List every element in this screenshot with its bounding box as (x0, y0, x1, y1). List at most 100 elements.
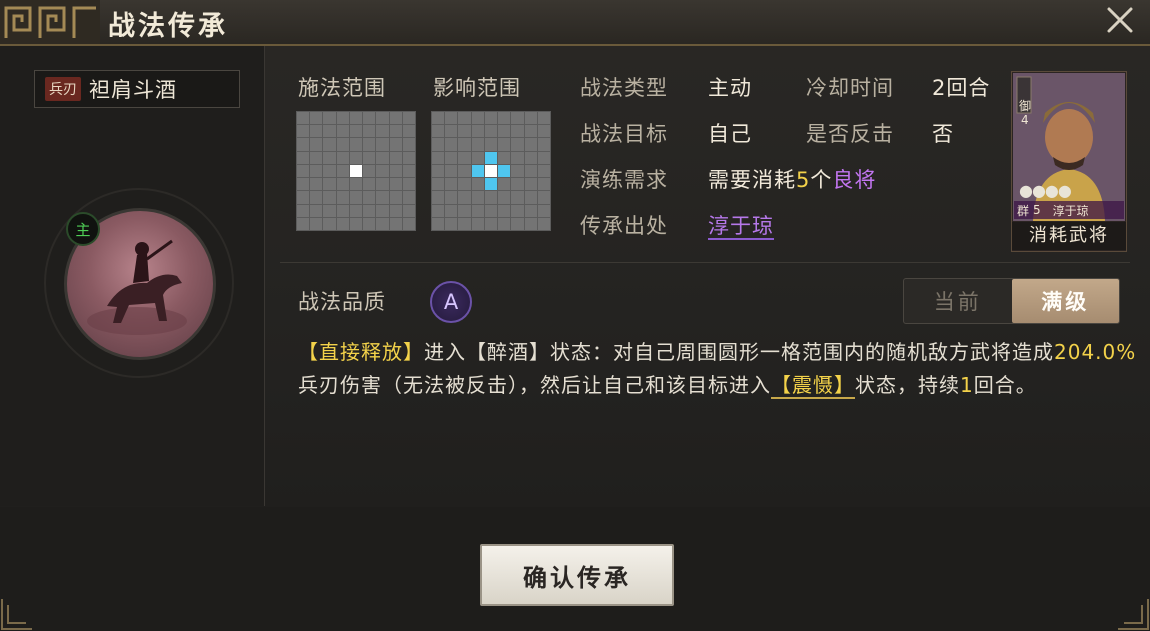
source-row: 淳于琼 (708, 210, 774, 240)
grid-cell (310, 217, 323, 230)
counter-value: 否 (932, 122, 954, 146)
grid-cell (484, 204, 498, 217)
skill-type-label: 战法类型 (580, 76, 668, 100)
drill-label: 演练需求 (580, 168, 668, 192)
grid-cell (498, 204, 511, 217)
grid-cell (363, 191, 376, 204)
grid-cell (297, 204, 310, 217)
drill-mid: 个 (810, 168, 833, 192)
grid-cell (445, 164, 458, 178)
toggle-current[interactable]: 当前 (904, 279, 1012, 323)
grid-cell (323, 191, 336, 204)
general-card[interactable]: 御 4 ●●●● 群 5 淳于琼 消耗武将 (1011, 71, 1127, 252)
grid-cell (511, 217, 524, 230)
grid-cell (524, 191, 537, 204)
grid-cell (297, 217, 310, 230)
section-divider (280, 262, 1130, 263)
grid-cell (376, 191, 389, 204)
source-label: 传承出处 (580, 214, 668, 238)
grid-cell (471, 164, 484, 178)
grid-cell (458, 151, 471, 164)
close-icon[interactable] (1104, 4, 1136, 36)
main-general-badge: 主 (66, 212, 100, 246)
card-cost: 4 (1021, 113, 1029, 127)
grid-cell (445, 151, 458, 164)
desc-damage-rate: 204.0% (1054, 340, 1137, 364)
grid-cell (484, 138, 498, 151)
grid-cell (402, 151, 415, 164)
grid-cell (537, 151, 550, 164)
level-toggle[interactable]: 当前 满级 (903, 278, 1120, 324)
grid-cell (310, 125, 323, 138)
grid-cell (336, 112, 349, 125)
grid-cell (402, 164, 415, 178)
toggle-max-level[interactable]: 满级 (1011, 279, 1119, 323)
grid-cell (432, 217, 445, 230)
card-general-name: 淳于琼 (1052, 203, 1089, 218)
grid-cell (445, 191, 458, 204)
grid-cell (349, 151, 363, 164)
grid-cell (498, 112, 511, 125)
grid-cell (432, 151, 445, 164)
quality-grade-badge: A (430, 281, 472, 323)
drill-value: 需要消耗5个良将 (708, 164, 876, 194)
grid-cell (336, 191, 349, 204)
grid-cell (323, 217, 336, 230)
grid-cell (445, 138, 458, 151)
grid-cell (363, 125, 376, 138)
grid-cell (498, 164, 511, 178)
grid-cell (524, 178, 537, 191)
grid-cell (458, 112, 471, 125)
grid-cell (402, 217, 415, 230)
grid-cell (402, 204, 415, 217)
grid-cell (484, 112, 498, 125)
desc-status-link[interactable]: 【震慑】 (771, 373, 855, 399)
grid-cell (537, 217, 550, 230)
grid-cell (349, 125, 363, 138)
grid-cell (389, 112, 402, 125)
grid-cell (310, 191, 323, 204)
grid-cell (310, 204, 323, 217)
grid-cell (432, 125, 445, 138)
corner-ornament-icon (1118, 599, 1149, 630)
source-general-link[interactable]: 淳于琼 (708, 214, 774, 240)
quality-label: 战法品质 (298, 290, 386, 314)
grid-cell (432, 178, 445, 191)
grid-cell (432, 112, 445, 125)
grid-cell (432, 191, 445, 204)
skill-type-tag: 兵刃 (45, 77, 81, 101)
grid-cell (310, 112, 323, 125)
grid-cell (297, 191, 310, 204)
grid-cell (310, 151, 323, 164)
grid-cell (363, 112, 376, 125)
grid-cell (484, 125, 498, 138)
grid-cell (389, 178, 402, 191)
grid-cell (471, 112, 484, 125)
grid-cell (484, 164, 498, 178)
grid-cell (323, 178, 336, 191)
grid-cell (323, 112, 336, 125)
grid-cell (537, 138, 550, 151)
grid-cell (484, 217, 498, 230)
grid-cell (389, 125, 402, 138)
grid-cell (349, 178, 363, 191)
confirm-inherit-button[interactable]: 确认传承 (480, 544, 674, 606)
grid-cell (376, 164, 389, 178)
desc-duration: 1 (960, 373, 974, 397)
grid-cell (511, 112, 524, 125)
effect-range-label: 影响范围 (433, 76, 521, 100)
grid-cell (310, 178, 323, 191)
grid-cell (389, 217, 402, 230)
grid-cell (389, 191, 402, 204)
grid-cell (336, 217, 349, 230)
grid-cell (363, 138, 376, 151)
desc-text-4: 回合。 (973, 373, 1037, 397)
grid-cell (471, 125, 484, 138)
grid-cell (458, 178, 471, 191)
grid-cell (310, 138, 323, 151)
grid-cell (376, 125, 389, 138)
grid-cell (537, 191, 550, 204)
grid-cell (310, 164, 323, 178)
grid-cell (432, 164, 445, 178)
grid-cell (484, 178, 498, 191)
